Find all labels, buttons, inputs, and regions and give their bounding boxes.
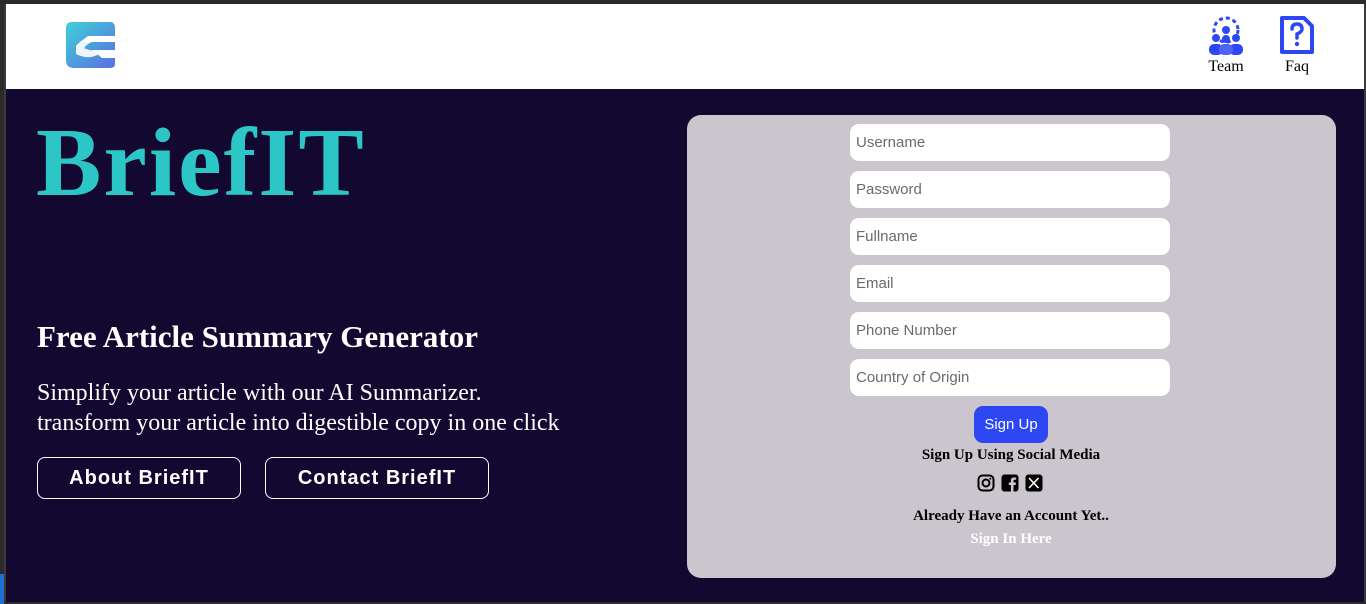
instagram-icon[interactable]: [977, 474, 995, 492]
signup-panel: Sign Up Sign Up Using Social Media: [687, 115, 1336, 578]
hero-description: Simplify your article with our AI Summar…: [37, 378, 560, 438]
x-icon[interactable]: [1025, 474, 1043, 492]
contact-button[interactable]: Contact BriefIT: [265, 457, 489, 499]
top-navbar: Team Faq: [6, 4, 1364, 89]
taskbar-edge: [0, 574, 4, 604]
page: Team Faq BriefIT Free Article Summary Ge…: [4, 4, 1366, 602]
brand-title: BriefIT: [36, 109, 366, 217]
brief-logo-icon[interactable]: [62, 20, 116, 70]
password-input[interactable]: [850, 171, 1170, 208]
nav-faq-label: Faq: [1285, 58, 1309, 75]
social-signup-label: Sign Up Using Social Media: [921, 447, 1101, 463]
signin-link[interactable]: Sign In Here: [687, 531, 1335, 548]
nav-team[interactable]: Team: [1196, 14, 1256, 76]
fullname-input[interactable]: [850, 218, 1170, 255]
faq-document-icon: [1280, 16, 1314, 54]
phone-input[interactable]: [850, 312, 1170, 349]
facebook-icon[interactable]: [1001, 474, 1019, 492]
hero-description-line-2: transform your article into digestible c…: [37, 410, 560, 436]
team-gear-icon: [1209, 16, 1243, 55]
hero-description-line-1: Simplify your article with our AI Summar…: [37, 380, 482, 406]
account-prompt: Already Have an Account Yet..: [913, 508, 1109, 524]
username-input[interactable]: [850, 124, 1170, 161]
hero-subtitle: Free Article Summary Generator: [37, 319, 479, 354]
social-icons: [977, 474, 1043, 492]
signup-button[interactable]: Sign Up: [974, 406, 1048, 443]
nav-team-label: Team: [1208, 58, 1244, 75]
about-button[interactable]: About BriefIT: [37, 457, 241, 499]
nav-faq[interactable]: Faq: [1267, 14, 1327, 76]
country-input[interactable]: [850, 359, 1170, 396]
email-input[interactable]: [850, 265, 1170, 302]
